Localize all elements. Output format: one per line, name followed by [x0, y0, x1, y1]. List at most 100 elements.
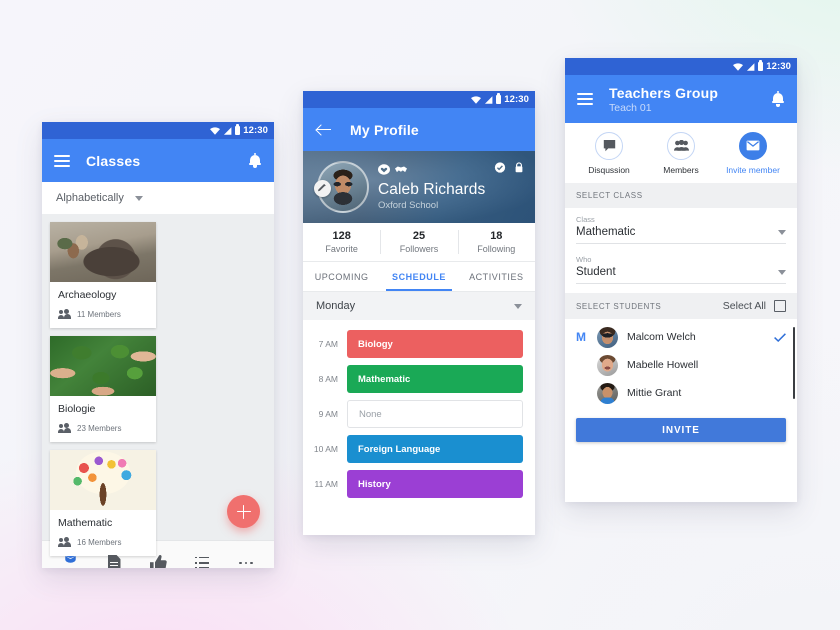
people-icon: [58, 309, 71, 319]
stat-followers[interactable]: 25 Followers: [380, 223, 457, 261]
battery-icon: [235, 124, 241, 135]
signal-icon: [747, 62, 755, 71]
schedule-time: 11 AM: [314, 479, 338, 489]
student-name: Mittie Grant: [627, 387, 682, 399]
schedule-row: 10 AM Foreign Language: [311, 435, 523, 463]
group-actions: Disqussion Members Invite member: [565, 123, 797, 183]
student-initial: M: [576, 330, 586, 344]
stat-favorite[interactable]: 128 Favorite: [303, 223, 380, 261]
select-all-label[interactable]: Select All: [723, 300, 766, 312]
action-circle-filled: [739, 131, 767, 160]
select-all-checkbox[interactable]: [774, 300, 786, 312]
profile-school: Oxford School: [378, 200, 439, 211]
action-discussion[interactable]: Disqussion: [577, 131, 641, 175]
schedule-block[interactable]: Foreign Language: [347, 435, 523, 463]
chevron-down-icon: [778, 229, 786, 235]
nav-item-more[interactable]: [227, 561, 265, 565]
nav-item-documents[interactable]: [95, 555, 133, 568]
people-icon: [58, 537, 71, 547]
stat-value: 18: [490, 230, 503, 242]
handshake-icon: [395, 165, 407, 172]
hamburger-icon[interactable]: [577, 93, 593, 105]
schedule-block[interactable]: Biology: [347, 330, 523, 358]
students-list: M Malcom Welch Mabelle Howell Mittie Gra…: [565, 319, 797, 411]
group-titles: Teachers Group Teach 01: [609, 85, 718, 114]
signal-icon: [224, 126, 232, 135]
schedule-block-empty[interactable]: None: [347, 400, 523, 428]
stat-label: Following: [477, 244, 516, 254]
wifi-icon: [733, 62, 744, 71]
field-value: Mathematic: [576, 226, 636, 238]
stat-value: 25: [412, 230, 426, 242]
action-label: Disqussion: [588, 164, 630, 175]
nav-item-list[interactable]: [183, 556, 221, 568]
action-circle: [667, 131, 695, 160]
schedule-row: 8 AM Mathematic: [311, 365, 523, 393]
more-dots-icon: [239, 561, 253, 565]
status-bar: 12:30: [42, 122, 274, 139]
schedule-list: 7 AM Biology 8 AM Mathematic 9 AM None 1…: [303, 320, 535, 513]
class-card-members: 16 Members: [77, 537, 122, 547]
hamburger-icon[interactable]: [54, 154, 70, 167]
class-card[interactable]: Biologie 23 Members: [50, 336, 156, 442]
tab-upcoming[interactable]: UPCOMING: [303, 262, 380, 291]
page-subtitle: Teach 01: [609, 101, 652, 114]
schedule-block[interactable]: Mathematic: [347, 365, 523, 393]
stat-value: 128: [332, 230, 351, 242]
class-card-meta: 11 Members: [58, 309, 148, 319]
wifi-icon: [471, 95, 482, 104]
student-row[interactable]: M Malcom Welch: [565, 323, 797, 351]
student-name: Malcom Welch: [627, 331, 696, 343]
add-class-fab[interactable]: [227, 495, 260, 528]
students-scrollbar[interactable]: [792, 327, 795, 399]
heart-circle-icon: [378, 163, 390, 175]
schedule-row: 7 AM Biology: [311, 330, 523, 358]
field-class: Class Mathematic: [565, 208, 797, 248]
select-class-header: SELECT CLASS: [565, 183, 797, 208]
stat-following[interactable]: 18 Following: [457, 223, 535, 261]
class-card-body: Biologie 23 Members: [50, 396, 156, 442]
action-invite-member[interactable]: Invite member: [721, 131, 785, 175]
class-card-members: 23 Members: [77, 423, 122, 433]
schedule-block[interactable]: History: [347, 470, 523, 498]
people-icon: [58, 423, 71, 433]
battery-icon: [496, 93, 502, 104]
battery-icon: [758, 60, 764, 71]
class-card-image: [50, 450, 156, 510]
back-arrow-icon[interactable]: [315, 121, 333, 139]
who-dropdown[interactable]: Student: [576, 266, 786, 284]
class-card[interactable]: Archaeology 11 Members: [50, 222, 156, 328]
tab-schedule[interactable]: SCHEDULE: [380, 262, 457, 291]
student-avatar: [597, 382, 618, 404]
section-label: SELECT STUDENTS: [576, 301, 662, 311]
sort-dropdown[interactable]: Alphabetically: [42, 182, 274, 214]
phone-group-screen: 12:30 Teachers Group Teach 01 Disqussion: [565, 58, 797, 502]
action-members[interactable]: Members: [649, 131, 713, 175]
nav-item-likes[interactable]: [139, 555, 177, 568]
nav-label-students: Students: [53, 567, 87, 569]
student-row[interactable]: Mittie Grant: [565, 379, 797, 407]
stat-label: Favorite: [325, 244, 358, 254]
class-card[interactable]: Mathematic 16 Members: [50, 450, 156, 556]
page-title: My Profile: [350, 121, 419, 138]
bell-icon[interactable]: [771, 91, 785, 107]
bell-icon[interactable]: [248, 152, 262, 169]
pencil-icon: [318, 184, 326, 192]
status-time: 12:30: [504, 94, 529, 105]
student-avatar: [597, 326, 618, 348]
student-row[interactable]: Mabelle Howell: [565, 351, 797, 379]
stat-label: Followers: [399, 244, 439, 254]
class-card-title: Biologie: [58, 403, 96, 415]
page-title: Teachers Group: [609, 84, 719, 101]
schedule-time: 9 AM: [318, 409, 338, 419]
phone-classes-screen: 12:30 Classes Alphabetically Archaeology: [42, 122, 274, 568]
edit-profile-button[interactable]: [314, 180, 331, 197]
invite-button[interactable]: INVITE: [576, 418, 786, 442]
day-selector[interactable]: Monday: [303, 292, 535, 320]
select-students-header: SELECT STUDENTS Select All: [565, 293, 797, 319]
action-circle: [595, 131, 623, 160]
avatar[interactable]: [314, 161, 369, 213]
class-dropdown[interactable]: Mathematic: [576, 226, 786, 244]
tab-activities[interactable]: ACTIVITIES: [458, 262, 535, 291]
student-avatar: [597, 354, 618, 376]
